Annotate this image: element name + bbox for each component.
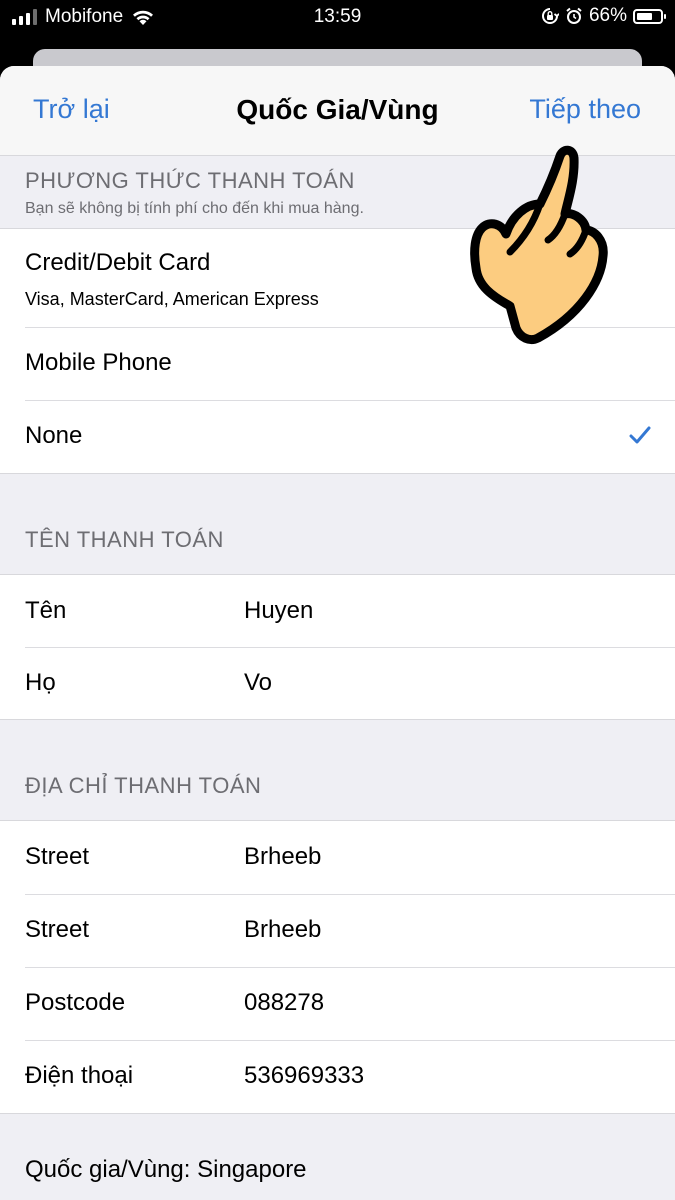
last-name-field[interactable]: Họ Vo bbox=[0, 647, 675, 719]
field-label: Street bbox=[25, 916, 90, 943]
street-field[interactable]: Street Brheeb bbox=[0, 894, 675, 967]
next-button[interactable]: Tiếp theo bbox=[529, 94, 641, 125]
phone-field[interactable]: Điện thoại 536969333 bbox=[0, 1040, 675, 1113]
option-label: Mobile Phone bbox=[25, 349, 172, 376]
option-label: None bbox=[25, 422, 83, 449]
billing-address-group: Street Brheeb Street Brheeb Postcode 088… bbox=[0, 820, 675, 1114]
field-label: Tên bbox=[25, 597, 67, 624]
country-footer: Quốc gia/Vùng: Singapore bbox=[25, 1156, 307, 1183]
billing-address-title: ĐỊA CHỈ THANH TOÁN bbox=[25, 773, 262, 798]
field-value[interactable]: Brheeb bbox=[244, 821, 321, 893]
battery-percent: 66% bbox=[588, 5, 627, 26]
pointing-hand-icon bbox=[470, 145, 608, 345]
postcode-field[interactable]: Postcode 088278 bbox=[0, 967, 675, 1040]
billing-address-header: ĐỊA CHỈ THANH TOÁN bbox=[0, 720, 675, 820]
option-detail: Visa, MasterCard, American Express bbox=[25, 289, 319, 309]
alarm-icon bbox=[566, 7, 582, 24]
field-label: Street bbox=[25, 843, 90, 870]
first-name-field[interactable]: Tên Huyen bbox=[0, 575, 675, 647]
status-right: 66% bbox=[541, 5, 666, 27]
field-value[interactable]: Huyen bbox=[244, 575, 313, 647]
field-label: Điện thoại bbox=[25, 1062, 134, 1089]
status-bar: Mobifone 13:59 66% bbox=[0, 0, 675, 36]
field-label: Postcode bbox=[25, 989, 126, 1016]
field-value[interactable]: 088278 bbox=[244, 967, 324, 1039]
billing-name-group: Tên Huyen Họ Vo bbox=[0, 574, 675, 720]
field-value[interactable]: Brheeb bbox=[244, 894, 321, 966]
checkmark-icon bbox=[629, 426, 651, 444]
billing-name-header: TÊN THANH TOÁN bbox=[0, 474, 675, 574]
payment-option-none[interactable]: None bbox=[0, 400, 675, 473]
battery-fill bbox=[637, 12, 652, 20]
option-label: Credit/Debit Card bbox=[25, 249, 211, 276]
field-label: Họ bbox=[25, 669, 56, 696]
orientation-lock-icon bbox=[541, 8, 559, 24]
billing-name-title: TÊN THANH TOÁN bbox=[25, 527, 224, 552]
field-value[interactable]: Vo bbox=[244, 647, 272, 719]
street-field[interactable]: Street Brheeb bbox=[0, 821, 675, 894]
battery-icon bbox=[633, 8, 666, 24]
field-value[interactable]: 536969333 bbox=[244, 1040, 364, 1112]
